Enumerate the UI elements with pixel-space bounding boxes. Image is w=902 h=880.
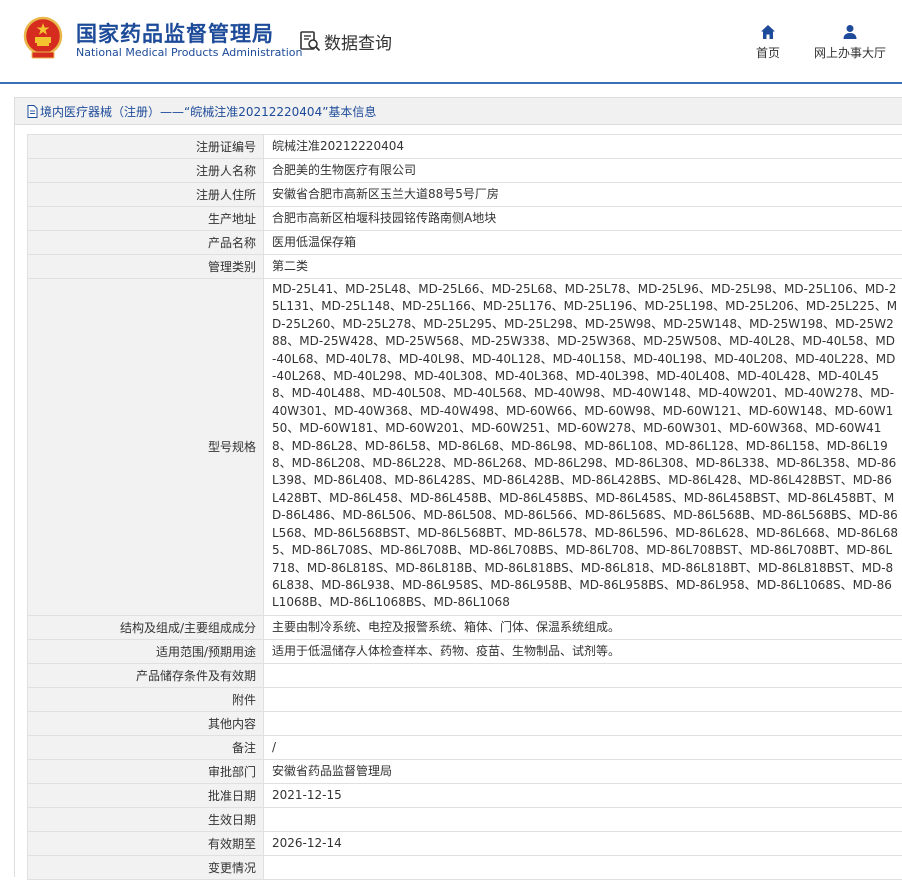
- site-title: 国家药品监督管理局: [76, 18, 274, 48]
- table-row: 管理类别第二类: [28, 255, 902, 279]
- table-row: 批准日期2021-12-15: [28, 783, 902, 807]
- detail-table: 注册证编号皖械注准20212220404 注册人名称合肥美的生物医疗有限公司 注…: [27, 134, 902, 880]
- field-label: 注册人名称: [28, 159, 264, 183]
- table-row: 注册人住所安徽省合肥市高新区玉兰大道88号5号厂房: [28, 183, 902, 207]
- table-row: 生效日期: [28, 807, 902, 831]
- field-value: [264, 687, 902, 711]
- table-row: 生产地址合肥市高新区柏堰科技园铭传路南侧A地块: [28, 207, 902, 231]
- field-value: 2021-12-15: [264, 783, 902, 807]
- field-value: 合肥美的生物医疗有限公司: [264, 159, 902, 183]
- field-label: 管理类别: [28, 255, 264, 279]
- data-query-link[interactable]: 数据查询: [299, 28, 392, 54]
- field-label: 审批部门: [28, 759, 264, 783]
- field-label: 型号规格: [28, 279, 264, 616]
- field-value: 适用于低温储存人体检查样本、药物、疫苗、生物制品、试剂等。: [264, 639, 902, 663]
- data-query-label: 数据查询: [324, 29, 392, 54]
- field-label: 产品名称: [28, 231, 264, 255]
- field-value: 安徽省药品监督管理局: [264, 759, 902, 783]
- field-label: 注册人住所: [28, 183, 264, 207]
- nav-home-label: 首页: [756, 46, 780, 60]
- table-row: 审批部门安徽省药品监督管理局: [28, 759, 902, 783]
- national-emblem-icon: [23, 16, 63, 60]
- field-label: 结构及组成/主要组成成分: [28, 615, 264, 639]
- field-label: 有效期至: [28, 831, 264, 855]
- field-value: /: [264, 735, 902, 759]
- field-label: 生效日期: [28, 807, 264, 831]
- table-row: 产品储存条件及有效期: [28, 663, 902, 687]
- model-spec-value: MD-25L41、MD-25L48、MD-25L66、MD-25L68、MD-2…: [264, 279, 902, 616]
- nav-online-service-label: 网上办事大厅: [814, 46, 886, 60]
- table-row: 型号规格MD-25L41、MD-25L48、MD-25L66、MD-25L68、…: [28, 279, 902, 616]
- field-value: [264, 711, 902, 735]
- table-row: 产品名称医用低温保存箱: [28, 231, 902, 255]
- table-row: 附件: [28, 687, 902, 711]
- field-label: 生产地址: [28, 207, 264, 231]
- field-value: 皖械注准20212220404: [264, 135, 902, 159]
- field-label: 变更情况: [28, 855, 264, 879]
- field-label: 注册证编号: [28, 135, 264, 159]
- field-value: 主要由制冷系统、电控及报警系统、箱体、门体、保温系统组成。: [264, 615, 902, 639]
- field-value: 第二类: [264, 255, 902, 279]
- field-label: 备注: [28, 735, 264, 759]
- home-icon: [760, 24, 776, 40]
- document-icon: [27, 105, 38, 118]
- field-value: [264, 855, 902, 879]
- table-row: 结构及组成/主要组成成分主要由制冷系统、电控及报警系统、箱体、门体、保温系统组成…: [28, 615, 902, 639]
- field-label: 批准日期: [28, 783, 264, 807]
- table-row: 注册证编号皖械注准20212220404: [28, 135, 902, 159]
- site-header: 国家药品监督管理局 National Medical Products Admi…: [0, 0, 902, 84]
- field-value: [264, 663, 902, 687]
- field-label: 附件: [28, 687, 264, 711]
- user-icon: [842, 24, 858, 40]
- detail-panel: 境内医疗器械（注册）——“皖械注准20212220404”基本信息 注册证编号皖…: [14, 97, 902, 877]
- field-value: 医用低温保存箱: [264, 231, 902, 255]
- document-search-icon: [299, 30, 321, 52]
- table-row: 备注/: [28, 735, 902, 759]
- site-subtitle: National Medical Products Administration: [76, 46, 302, 59]
- table-row: 注册人名称合肥美的生物医疗有限公司: [28, 159, 902, 183]
- table-row: 有效期至2026-12-14: [28, 831, 902, 855]
- field-value: 合肥市高新区柏堰科技园铭传路南侧A地块: [264, 207, 902, 231]
- field-value: 安徽省合肥市高新区玉兰大道88号5号厂房: [264, 183, 902, 207]
- table-row: 适用范围/预期用途适用于低温储存人体检查样本、药物、疫苗、生物制品、试剂等。: [28, 639, 902, 663]
- field-label: 产品储存条件及有效期: [28, 663, 264, 687]
- breadcrumb-text: 境内医疗器械（注册）——“皖械注准20212220404”基本信息: [40, 103, 376, 120]
- nav-home[interactable]: 首页: [752, 24, 784, 61]
- field-label: 其他内容: [28, 711, 264, 735]
- field-value: 2026-12-14: [264, 831, 902, 855]
- table-row: 变更情况: [28, 855, 902, 879]
- breadcrumb: 境内医疗器械（注册）——“皖械注准20212220404”基本信息: [15, 97, 902, 125]
- nav-online-service[interactable]: 网上办事大厅: [808, 24, 892, 61]
- table-row: 其他内容: [28, 711, 902, 735]
- field-label: 适用范围/预期用途: [28, 639, 264, 663]
- field-value: [264, 807, 902, 831]
